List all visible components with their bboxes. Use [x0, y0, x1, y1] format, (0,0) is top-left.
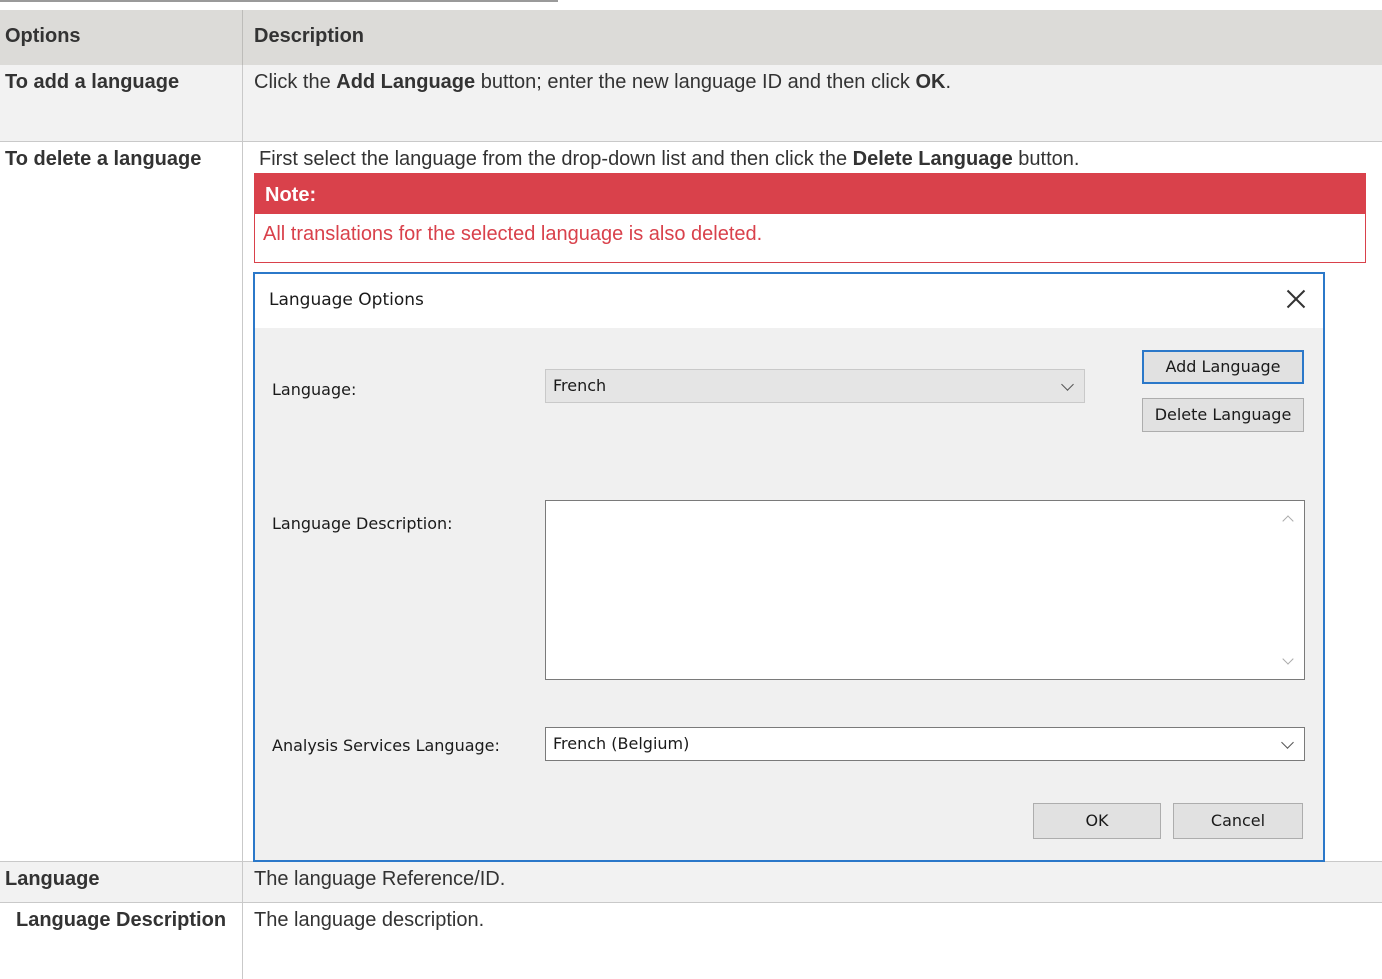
language-description-textarea[interactable]: [545, 500, 1305, 680]
desc-bold-add-language: Add Language: [336, 71, 476, 93]
dialog-titlebar: Language Options: [255, 274, 1323, 328]
language-description-label: Language Description:: [272, 514, 453, 533]
analysis-services-language-value: French (Belgium): [553, 734, 690, 753]
desc-text: First select the language from the drop-…: [259, 148, 853, 170]
language-select[interactable]: French: [545, 369, 1085, 403]
desc-text: button; enter the new language ID and th…: [475, 71, 916, 93]
table-row-language-description: Language Description The language descri…: [0, 903, 1382, 979]
table-row-language: Language The language Reference/ID.: [0, 862, 1382, 903]
dialog-title: Language Options: [269, 290, 424, 310]
add-language-button[interactable]: Add Language: [1142, 350, 1304, 384]
table-header-row: Options Description: [0, 10, 1382, 65]
language-label: Language:: [272, 380, 357, 399]
top-rule: [0, 0, 558, 2]
language-options-dialog: Language Options Language: French Add La…: [253, 272, 1325, 862]
note-body: All translations for the selected langua…: [263, 223, 763, 245]
description-add-language: Click the Add Language button; enter the…: [242, 65, 1382, 141]
desc-text: Click the: [254, 71, 337, 93]
desc-text: .: [945, 71, 951, 93]
option-language-description: Language Description: [16, 909, 227, 931]
description-language-description: The language description.: [242, 903, 1382, 979]
option-add-language: To add a language: [5, 71, 180, 93]
note-heading: Note:: [255, 174, 1365, 214]
description-language: The language Reference/ID.: [242, 862, 1382, 902]
scroll-down-icon[interactable]: [1282, 653, 1294, 665]
chevron-down-icon: [1061, 378, 1074, 391]
option-language: Language: [5, 868, 100, 890]
option-delete-language: To delete a language: [5, 148, 202, 170]
cancel-button[interactable]: Cancel: [1173, 803, 1303, 839]
language-select-value: French: [553, 376, 607, 395]
note-box: Note: All translations for the selected …: [254, 173, 1366, 263]
chevron-down-icon: [1281, 736, 1294, 749]
header-description: Description: [242, 10, 1382, 65]
analysis-services-language-select[interactable]: French (Belgium): [545, 727, 1305, 761]
desc-bold-delete-language: Delete Language: [852, 148, 1013, 170]
scroll-up-icon[interactable]: [1282, 515, 1294, 527]
table-row-add-language: To add a language Click the Add Language…: [0, 65, 1382, 142]
close-icon[interactable]: [1283, 286, 1309, 312]
header-options: Options: [5, 25, 81, 47]
analysis-services-language-label: Analysis Services Language:: [272, 736, 500, 755]
delete-language-button[interactable]: Delete Language: [1142, 398, 1304, 432]
ok-button[interactable]: OK: [1033, 803, 1161, 839]
desc-text: button.: [1012, 148, 1080, 170]
desc-bold-ok: OK: [915, 71, 946, 93]
